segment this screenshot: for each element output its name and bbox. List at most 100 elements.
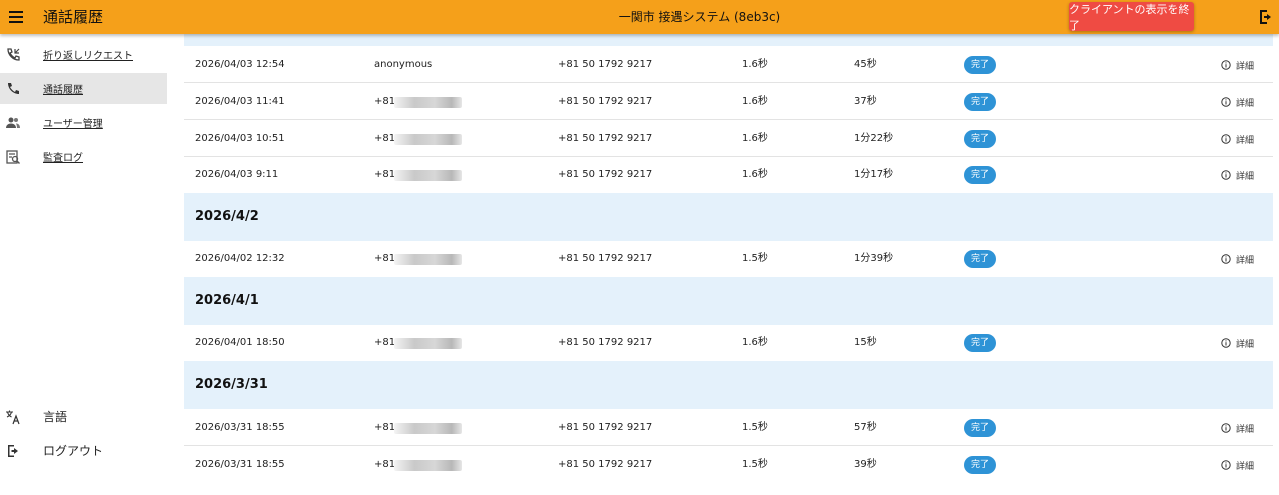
detail-button[interactable]: 詳細 [1221, 157, 1254, 193]
call-datetime: 2026/04/02 12:32 [195, 253, 285, 264]
table-row[interactable]: 2026/04/02 12:32 +81 +81 50 1792 9217 1.… [184, 241, 1273, 277]
translate-icon [4, 408, 22, 426]
info-icon [1221, 254, 1231, 264]
table-row[interactable]: 2026/03/31 18:55 +81 +81 50 1792 9217 1.… [184, 447, 1273, 483]
group-header-strip [184, 34, 1273, 46]
detail-label: 詳細 [1236, 339, 1255, 350]
callee-number: +81 50 1792 9217 [558, 422, 653, 433]
callee-number: +81 50 1792 9217 [558, 459, 653, 470]
call-duration: 37秒 [854, 96, 877, 107]
call-history-list: 2026/04/03 12:54 anonymous +81 50 1792 9… [184, 34, 1273, 495]
end-client-view-button[interactable]: クライアントの表示を終了 [1069, 2, 1194, 32]
call-duration: 1分22秒 [854, 133, 894, 144]
hamburger-menu-icon[interactable] [4, 5, 28, 29]
caller-number: +81 [374, 133, 396, 144]
sidebar-item-label: 監査ログ [43, 153, 83, 164]
sidebar-item-label: 通話履歴 [43, 85, 83, 96]
wait-time: 1.6秒 [742, 133, 768, 144]
call-datetime: 2026/04/03 11:41 [195, 96, 285, 107]
call-duration: 45秒 [854, 59, 877, 70]
wait-time: 1.5秒 [742, 422, 768, 433]
wait-time: 1.6秒 [742, 59, 768, 70]
top-app-bar: 通話履歴 一関市 接遇システム (8eb3c) クライアントの表示を終了 [0, 0, 1279, 34]
detail-button[interactable]: 詳細 [1221, 410, 1254, 446]
callee-number: +81 50 1792 9217 [558, 133, 653, 144]
wait-time: 1.6秒 [742, 169, 768, 180]
call-datetime: 2026/04/03 12:54 [195, 59, 285, 70]
status-badge: 完了 [964, 130, 996, 148]
detail-button[interactable]: 詳細 [1221, 84, 1254, 120]
info-icon [1221, 423, 1231, 433]
table-row[interactable]: 2026/03/31 18:55 +81 +81 50 1792 9217 1.… [184, 410, 1273, 446]
sidebar-item-call-history[interactable]: 通話履歴 [0, 73, 167, 104]
caller-number: anonymous [374, 59, 433, 70]
sidebar-item-label: 折り返しリクエスト [43, 51, 133, 62]
status-badge: 完了 [964, 334, 996, 352]
detail-label: 詳細 [1236, 461, 1255, 472]
detail-label: 詳細 [1236, 98, 1255, 109]
redacted-number [394, 423, 462, 434]
sidebar-item-logout[interactable]: ログアウト [0, 435, 167, 466]
logout-icon[interactable] [1256, 7, 1276, 27]
status-badge: 完了 [964, 93, 996, 111]
wait-time: 1.6秒 [742, 337, 768, 348]
table-row[interactable]: 2026/04/03 9:11 +81 +81 50 1792 9217 1.6… [184, 157, 1273, 193]
redacted-number [394, 134, 462, 145]
logout-icon [4, 442, 22, 460]
caller-number: +81 [374, 96, 396, 107]
detail-button[interactable]: 詳細 [1221, 325, 1254, 361]
detail-label: 詳細 [1236, 135, 1255, 146]
sidebar: 折り返しリクエスト 通話履歴 ユーザー管理 監査ログ 言語 ログアウト [0, 34, 172, 495]
callee-number: +81 50 1792 9217 [558, 253, 653, 264]
sidebar-item-callback-requests[interactable]: 折り返しリクエスト [0, 39, 167, 70]
detail-label: 詳細 [1236, 171, 1255, 182]
status-badge: 完了 [964, 56, 996, 74]
phone-callback-icon [4, 46, 22, 64]
date-group-label: 2026/4/2 [195, 209, 259, 224]
sidebar-item-audit-log[interactable]: 監査ログ [0, 141, 167, 172]
detail-label: 詳細 [1236, 424, 1255, 435]
sidebar-item-label: ログアウト [43, 444, 104, 458]
table-row[interactable]: 2026/04/03 11:41 +81 +81 50 1792 9217 1.… [184, 84, 1273, 120]
date-group-header: 2026/4/1 [184, 277, 1273, 325]
table-row[interactable]: 2026/04/03 12:54 anonymous +81 50 1792 9… [184, 47, 1273, 83]
wait-time: 1.5秒 [742, 253, 768, 264]
info-icon [1221, 60, 1231, 70]
info-icon [1221, 170, 1231, 180]
detail-button[interactable]: 詳細 [1221, 121, 1254, 157]
wait-time: 1.5秒 [742, 459, 768, 470]
table-row[interactable]: 2026/04/01 18:50 +81 +81 50 1792 9217 1.… [184, 325, 1273, 361]
redacted-number [394, 338, 462, 349]
detail-label: 詳細 [1236, 61, 1255, 72]
sidebar-item-language[interactable]: 言語 [0, 401, 167, 432]
detail-button[interactable]: 詳細 [1221, 447, 1254, 483]
status-badge: 完了 [964, 419, 996, 437]
info-icon [1221, 134, 1231, 144]
detail-button[interactable]: 詳細 [1221, 47, 1254, 83]
sidebar-item-label: ユーザー管理 [43, 119, 103, 130]
status-badge: 完了 [964, 166, 996, 184]
callee-number: +81 50 1792 9217 [558, 169, 653, 180]
info-icon [1221, 460, 1231, 470]
users-icon [4, 114, 22, 132]
call-duration: 1分17秒 [854, 169, 894, 180]
callee-number: +81 50 1792 9217 [558, 337, 653, 348]
info-icon [1221, 97, 1231, 107]
caller-number: +81 [374, 253, 396, 264]
date-group-header: 2026/4/2 [184, 193, 1273, 241]
caller-number: +81 [374, 337, 396, 348]
call-datetime: 2026/04/03 10:51 [195, 133, 285, 144]
caller-number: +81 [374, 169, 396, 180]
redacted-number [394, 254, 462, 265]
sidebar-item-user-management[interactable]: ユーザー管理 [0, 107, 167, 138]
table-row[interactable]: 2026/04/03 10:51 +81 +81 50 1792 9217 1.… [184, 121, 1273, 157]
audit-log-icon [4, 148, 22, 166]
date-group-label: 2026/4/1 [195, 293, 259, 308]
detail-label: 詳細 [1236, 255, 1255, 266]
redacted-number [394, 170, 462, 181]
call-duration: 39秒 [854, 459, 877, 470]
call-duration: 1分39秒 [854, 253, 894, 264]
call-datetime: 2026/04/01 18:50 [195, 337, 285, 348]
call-datetime: 2026/04/03 9:11 [195, 169, 279, 180]
detail-button[interactable]: 詳細 [1221, 241, 1254, 277]
